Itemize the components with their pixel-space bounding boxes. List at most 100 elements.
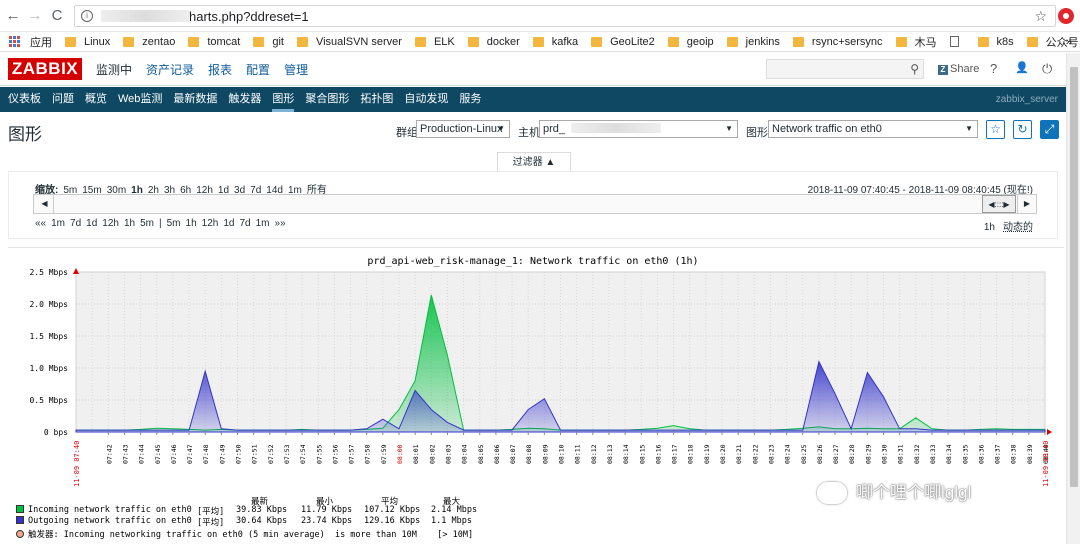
submenu-item[interactable]: 仪表板 bbox=[8, 87, 41, 112]
shift-link[interactable]: 1d bbox=[223, 218, 234, 229]
submenu-item[interactable]: 最新数据 bbox=[173, 87, 217, 112]
submenu-item[interactable]: Web监测 bbox=[118, 87, 162, 112]
bookmarks-more-icon[interactable]: » bbox=[1066, 36, 1072, 48]
search-icon[interactable]: ⚲ bbox=[910, 62, 919, 76]
info-icon[interactable]: i bbox=[81, 10, 93, 22]
address-bar[interactable]: i harts.php?ddreset=1 ☆ bbox=[74, 5, 1056, 27]
legend-func: [平均] bbox=[197, 518, 225, 528]
submenu-item[interactable]: 触发器 bbox=[228, 87, 261, 112]
fullscreen-button[interactable]: ⤢ bbox=[1040, 120, 1059, 139]
drag-handle[interactable]: ◀::::▶ bbox=[982, 195, 1016, 213]
shift-link[interactable]: 1d bbox=[86, 218, 97, 229]
submenu-item[interactable]: 概览 bbox=[85, 87, 107, 112]
filter-panel: 缩放: 5m 15m 30m 1h 2h 3h 6h 12h 1d 3d 7d 14d 1m 所有 2018… bbox=[8, 171, 1058, 239]
scroll-right-button[interactable]: ▶ bbox=[1017, 195, 1036, 213]
legend-name: Incoming network traffic on eth0 bbox=[28, 505, 192, 515]
timeline-scrollbar[interactable]: ◀ ◀::::▶ ▶ bbox=[33, 194, 1037, 214]
y-tick-label: 1.0 Mbps bbox=[29, 364, 68, 373]
x-tick-label: 08:39 bbox=[1026, 444, 1034, 464]
browser-toolbar: ← → C i harts.php?ddreset=1 ☆ bbox=[0, 0, 1080, 32]
shift-link[interactable]: 5m bbox=[167, 218, 181, 229]
shift-link[interactable]: 12h bbox=[202, 218, 219, 229]
x-tick-label: 07:52 bbox=[267, 444, 275, 464]
bookmark-label: jenkins bbox=[745, 35, 780, 48]
timeline-handle[interactable]: ◀::::▶ ▶ bbox=[982, 195, 1036, 213]
filter-tab[interactable]: 过滤器 ▲ bbox=[497, 152, 571, 172]
submenu-item[interactable]: 服务 bbox=[459, 87, 481, 112]
chevron-down-icon: ▼ bbox=[497, 124, 505, 133]
bookmark-item[interactable]: docker bbox=[467, 36, 520, 48]
reload-button[interactable]: C bbox=[46, 5, 68, 27]
favorite-star-button[interactable]: ☆ bbox=[986, 120, 1005, 139]
bookmark-star-icon[interactable]: ☆ bbox=[1034, 8, 1047, 25]
bookmark-apps[interactable]: 应用 bbox=[0, 34, 52, 50]
x-tick-label: 08:32 bbox=[913, 444, 921, 464]
refresh-button[interactable]: ↻ bbox=[1013, 120, 1032, 139]
bookmark-item[interactable] bbox=[949, 36, 965, 47]
bookmark-item[interactable]: ELK bbox=[414, 36, 455, 48]
bookmark-item[interactable]: kafka bbox=[532, 35, 579, 48]
shift-link[interactable]: »» bbox=[274, 218, 285, 229]
shift-link[interactable]: 1m bbox=[51, 218, 65, 229]
wechat-icon bbox=[817, 482, 847, 504]
shift-link[interactable]: «« bbox=[35, 218, 46, 229]
bookmark-item[interactable]: 木马 bbox=[895, 34, 937, 50]
shift-link: | bbox=[159, 218, 162, 229]
bookmark-item[interactable]: git bbox=[253, 36, 284, 48]
scroll-left-button[interactable]: ◀ bbox=[36, 195, 54, 213]
extension-icon[interactable] bbox=[1058, 8, 1074, 24]
menu-reports[interactable]: 报表 bbox=[208, 61, 232, 78]
shift-link[interactable]: 1h bbox=[186, 218, 197, 229]
menu-administration[interactable]: 管理 bbox=[284, 61, 308, 78]
help-icon[interactable]: ? bbox=[990, 61, 997, 76]
x-tick-label: 07:56 bbox=[331, 444, 339, 464]
y-axis-arrow bbox=[73, 268, 79, 274]
group-select[interactable]: Production-Linux ▼ bbox=[416, 120, 510, 138]
host-label: 主机 bbox=[518, 127, 540, 139]
menu-inventory[interactable]: 资产记录 bbox=[146, 61, 194, 78]
submenu-item[interactable]: 问题 bbox=[52, 87, 74, 112]
menu-configuration[interactable]: 配置 bbox=[246, 61, 270, 78]
folder-icon bbox=[591, 36, 603, 47]
host-select[interactable]: prd_ ▼ bbox=[539, 120, 738, 138]
bookmark-item[interactable]: geoip bbox=[667, 36, 714, 48]
x-tick-label: 08:15 bbox=[638, 444, 646, 464]
bookmark-item[interactable]: k8s bbox=[977, 35, 1014, 48]
bookmark-item[interactable]: rsync+sersync bbox=[792, 36, 883, 48]
shift-link[interactable]: 5m bbox=[140, 218, 154, 229]
x-tick-label: 08:06 bbox=[493, 444, 501, 464]
forward-button[interactable]: → bbox=[24, 5, 46, 27]
shift-link[interactable]: 12h bbox=[102, 218, 119, 229]
back-button[interactable]: ← bbox=[2, 5, 24, 27]
graph-select[interactable]: Network traffic on eth0 ▼ bbox=[768, 120, 978, 138]
shift-link[interactable]: 7d bbox=[239, 218, 250, 229]
bookmark-label: kafka bbox=[551, 35, 579, 48]
submenu-item[interactable]: 聚合图形 bbox=[305, 87, 349, 112]
dynamic-toggle[interactable]: 动态的 bbox=[1003, 222, 1033, 233]
y-tick-label: 2.5 Mbps bbox=[29, 268, 68, 277]
bookmark-item[interactable]: jenkins bbox=[726, 35, 780, 48]
bookmark-item[interactable]: VisualSVN server bbox=[296, 36, 402, 48]
shift-link[interactable]: 1m bbox=[256, 218, 270, 229]
bookmark-label: k8s bbox=[996, 35, 1014, 48]
submenu-item[interactable]: 自动发现 bbox=[404, 87, 448, 112]
user-icon[interactable]: 👤 bbox=[1015, 61, 1029, 74]
bookmark-item[interactable]: GeoLite2 bbox=[591, 36, 655, 48]
bookmark-item[interactable]: tomcat bbox=[188, 36, 240, 48]
y-tick-label: 0.5 Mbps bbox=[29, 396, 68, 405]
x-tick-label: 07:57 bbox=[348, 444, 356, 464]
share-link[interactable]: Z Share bbox=[938, 63, 979, 75]
bookmark-item[interactable]: Linux bbox=[65, 36, 110, 48]
shift-link[interactable]: 7d bbox=[70, 218, 81, 229]
shift-link[interactable]: 1h bbox=[124, 218, 135, 229]
menu-monitoring[interactable]: 监测中 bbox=[96, 61, 132, 78]
page-scrollbar[interactable] bbox=[1066, 53, 1080, 544]
search-input[interactable]: ⚲ bbox=[766, 59, 924, 79]
submenu-item[interactable]: 图形 bbox=[272, 87, 295, 112]
zabbix-logo[interactable]: ZABBIX bbox=[8, 58, 82, 80]
submenu-item[interactable]: 拓扑图 bbox=[360, 87, 393, 112]
bookmark-item[interactable]: zentao bbox=[123, 36, 175, 48]
x-tick-label: 08:13 bbox=[606, 444, 614, 464]
logout-icon[interactable]: ⏻ bbox=[1042, 61, 1052, 77]
scroll-thumb[interactable] bbox=[1070, 67, 1078, 487]
